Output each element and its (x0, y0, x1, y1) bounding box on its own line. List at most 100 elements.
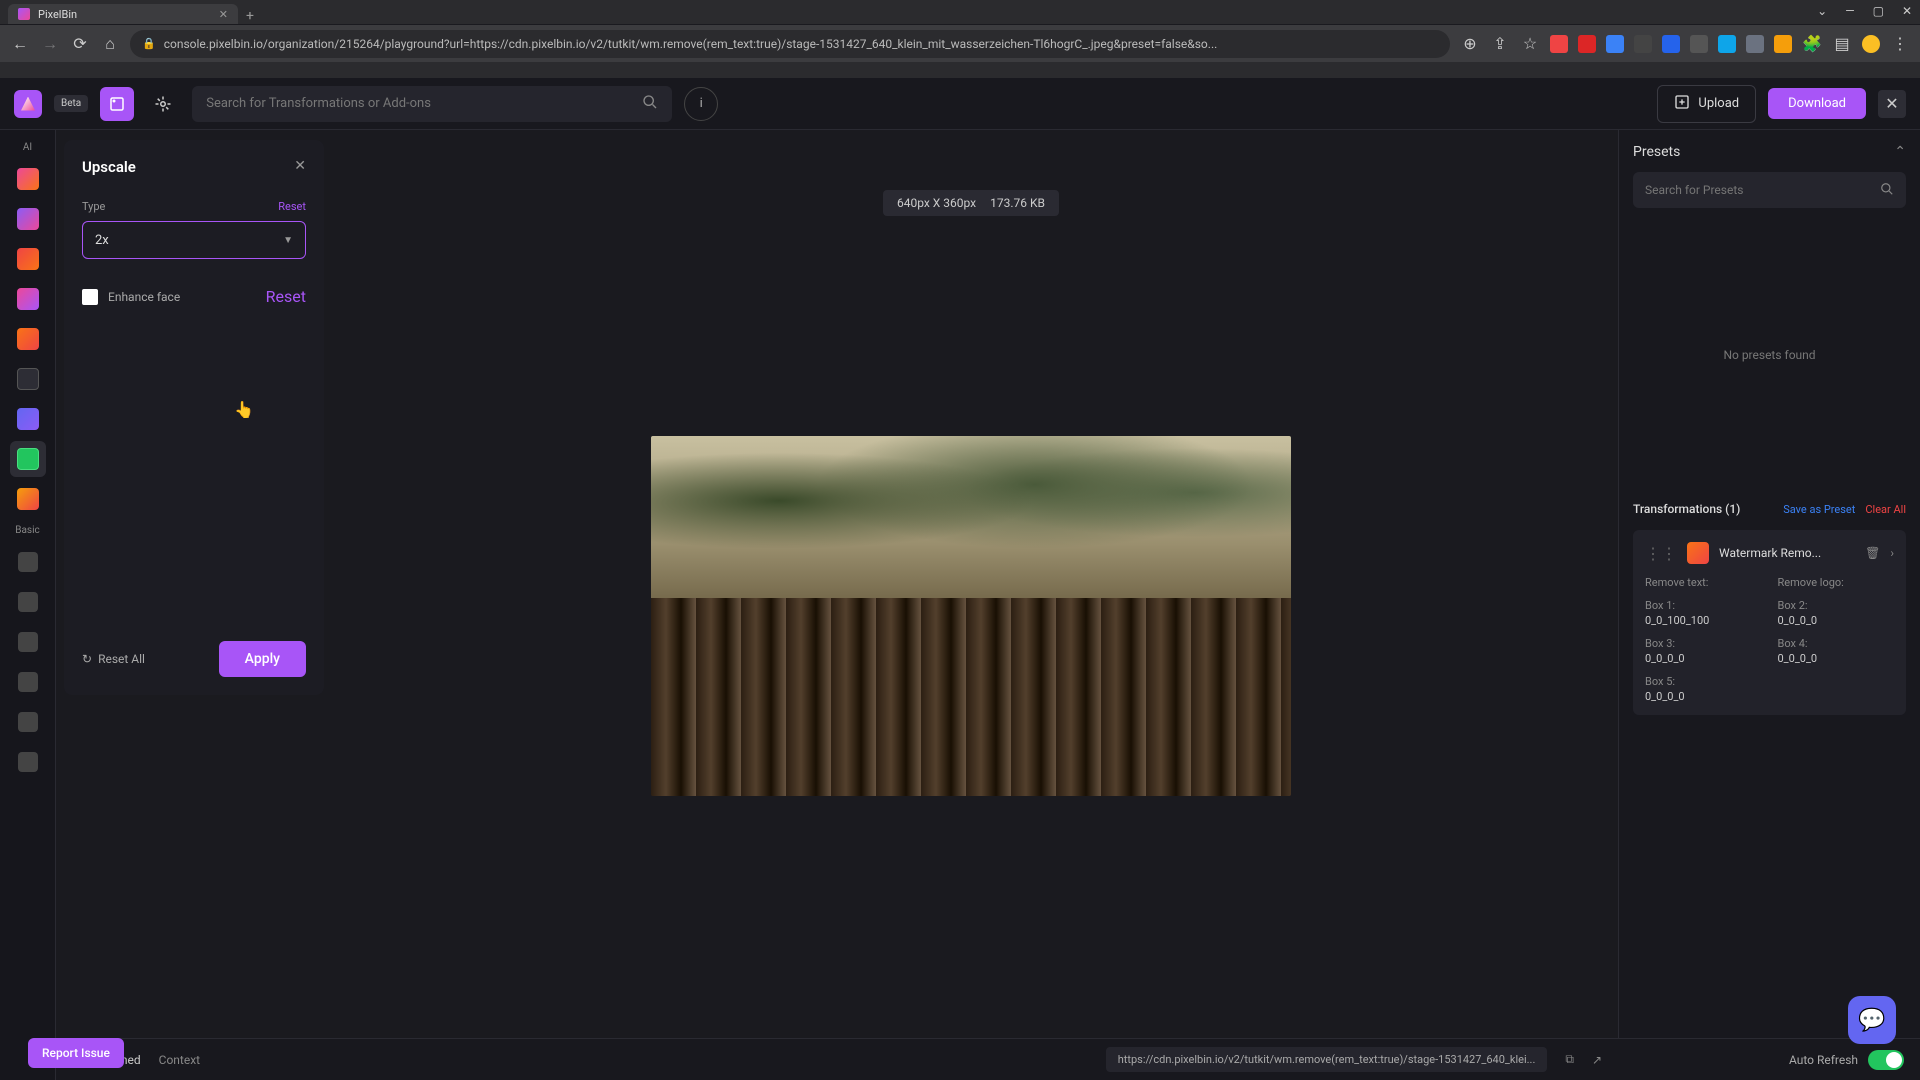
rail-tool-4[interactable] (10, 281, 46, 317)
app-header: Beta i Upload Download ✕ (0, 78, 1920, 130)
chevron-right-icon[interactable]: › (1890, 546, 1894, 560)
tab-close-icon[interactable]: ✕ (219, 8, 228, 21)
presets-input[interactable] (1645, 183, 1872, 197)
auto-refresh-label: Auto Refresh (1789, 1053, 1858, 1067)
panel-close-icon[interactable]: ✕ (294, 158, 306, 174)
share-icon[interactable]: ⇪ (1490, 34, 1510, 54)
forward-icon[interactable]: → (40, 34, 60, 54)
box4-label: Box 4: (1778, 637, 1895, 650)
box2-value: 0_0_0_0 (1778, 614, 1895, 627)
copy-icon[interactable]: ⧉ (1565, 1052, 1574, 1067)
ext-icon[interactable] (1746, 35, 1764, 53)
report-issue-button[interactable]: Report Issue (28, 1038, 124, 1068)
profile-avatar[interactable] (1862, 35, 1880, 53)
transformations-title: Transformations (1) (1633, 502, 1740, 516)
rail-basic-5[interactable] (10, 704, 46, 740)
reset-icon: ↻ (82, 652, 92, 666)
home-icon[interactable]: ⌂ (100, 34, 120, 54)
download-button[interactable]: Download (1768, 88, 1866, 119)
rail-tool-2[interactable] (10, 201, 46, 237)
sidepanel-icon[interactable]: ▤ (1832, 34, 1852, 54)
open-icon[interactable]: ↗ (1592, 1053, 1602, 1067)
close-panel-button[interactable]: ✕ (1878, 90, 1906, 118)
presets-search[interactable] (1633, 172, 1906, 208)
info-button[interactable]: i (684, 87, 718, 121)
rail-tool-3[interactable] (10, 241, 46, 277)
drag-handle-icon[interactable]: ⋮⋮ (1645, 544, 1677, 563)
box3-value: 0_0_0_0 (1645, 652, 1762, 665)
ext-icon[interactable] (1662, 35, 1680, 53)
new-tab-button[interactable]: + (246, 8, 254, 24)
search-input[interactable] (206, 96, 632, 111)
back-icon[interactable]: ← (10, 34, 30, 54)
puzzle-icon[interactable]: 🧩 (1802, 34, 1822, 54)
addon-tool-button[interactable] (146, 87, 180, 121)
presets-title: Presets (1633, 144, 1680, 160)
delete-icon[interactable]: 🗑 (1865, 546, 1880, 560)
rail-tool-1[interactable] (10, 161, 46, 197)
tab-context[interactable]: Context (159, 1053, 200, 1067)
rail-basic-3[interactable] (10, 624, 46, 660)
chat-button[interactable]: 💬 (1848, 996, 1896, 1044)
caret-down-icon[interactable]: ⌄ (1817, 4, 1827, 18)
reset-all-label: Reset All (98, 652, 145, 666)
beta-badge: Beta (54, 95, 88, 112)
bottom-right: Auto Refresh (1618, 1038, 1920, 1080)
search-icon[interactable] (642, 94, 658, 114)
ext-icon[interactable] (1774, 35, 1792, 53)
panel-title: Upscale (82, 158, 306, 176)
enhance-reset-link[interactable]: Reset (266, 287, 306, 306)
app-body: AI Basic Upscale ✕ Type Reset 2x ▼ (0, 130, 1920, 1080)
rail-tool-6[interactable] (10, 361, 46, 397)
ext-icon[interactable] (1550, 35, 1568, 53)
rail-basic-6[interactable] (10, 744, 46, 780)
left-rail: AI Basic (0, 130, 56, 1080)
reset-all-button[interactable]: ↻ Reset All (82, 652, 145, 666)
transformation-item: ⋮⋮ Watermark Remo... 🗑 › Remove text: Re… (1633, 530, 1906, 715)
apply-button[interactable]: Apply (219, 641, 306, 677)
rail-basic-4[interactable] (10, 664, 46, 700)
ext-icon[interactable] (1606, 35, 1624, 53)
browser-tab[interactable]: PixelBin ✕ (8, 4, 238, 24)
enhance-face-checkbox[interactable] (82, 289, 98, 305)
rail-tool-upscale[interactable] (10, 441, 46, 477)
clear-all-link[interactable]: Clear All (1865, 503, 1906, 516)
translate-icon[interactable]: ⊕ (1460, 34, 1480, 54)
box5-label: Box 5: (1645, 675, 1762, 688)
close-window-icon[interactable]: ✕ (1902, 4, 1912, 18)
rail-tool-5[interactable] (10, 321, 46, 357)
auto-refresh-toggle[interactable] (1868, 1050, 1904, 1070)
type-reset-link[interactable]: Reset (278, 200, 306, 213)
minimize-icon[interactable]: — (1845, 4, 1854, 18)
transform-tool-button[interactable] (100, 87, 134, 121)
save-preset-link[interactable]: Save as Preset (1783, 503, 1855, 516)
box5-value: 0_0_0_0 (1645, 690, 1762, 703)
canvas-area: 640px X 360px 173.76 KB (324, 130, 1618, 1080)
box1-label: Box 1: (1645, 599, 1762, 612)
chevron-up-icon[interactable]: ⌃ (1894, 144, 1906, 160)
url-input[interactable]: 🔒 console.pixelbin.io/organization/21526… (130, 30, 1450, 58)
search-box[interactable] (192, 86, 672, 122)
ext-icon[interactable] (1690, 35, 1708, 53)
ext-icon[interactable] (1718, 35, 1736, 53)
reload-icon[interactable]: ⟳ (70, 34, 90, 54)
rail-basic-2[interactable] (10, 584, 46, 620)
rail-tool-9[interactable] (10, 481, 46, 517)
rail-basic-1[interactable] (10, 544, 46, 580)
search-icon[interactable] (1880, 181, 1894, 200)
type-select[interactable]: 2x ▼ (82, 221, 306, 259)
type-label: Type (82, 200, 105, 213)
menu-icon[interactable]: ⋮ (1890, 34, 1910, 54)
app-logo[interactable] (14, 90, 42, 118)
ext-icon[interactable] (1578, 35, 1596, 53)
dimensions-text: 640px X 360px (897, 196, 976, 210)
filesize-text: 173.76 KB (990, 196, 1045, 210)
bottom-bar: Transformed Context https://cdn.pixelbin… (56, 1038, 1618, 1080)
upload-button[interactable]: Upload (1657, 85, 1756, 123)
maximize-icon[interactable]: ▢ (1873, 4, 1884, 18)
ext-icon[interactable] (1634, 35, 1652, 53)
star-icon[interactable]: ☆ (1520, 34, 1540, 54)
rail-tool-7[interactable] (10, 401, 46, 437)
dimensions-badge: 640px X 360px 173.76 KB (883, 190, 1059, 216)
preview-image[interactable] (651, 436, 1291, 796)
